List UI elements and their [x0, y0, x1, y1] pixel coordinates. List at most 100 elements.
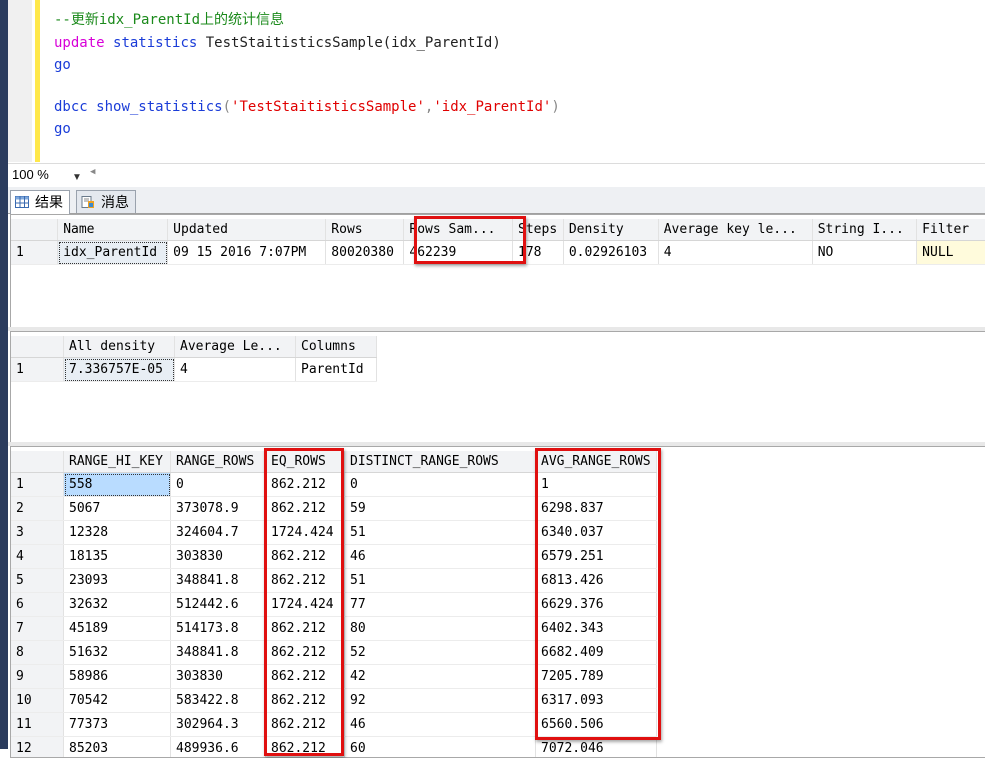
grid-cell[interactable]: 348841.8 — [171, 569, 266, 593]
grid-cell[interactable]: 7072.046 — [536, 737, 657, 758]
grid-cell[interactable]: 46 — [345, 713, 536, 737]
grid-cell[interactable]: 862.212 — [266, 473, 345, 497]
grid-cell[interactable]: ParentId — [296, 358, 377, 382]
table-row[interactable]: 1285203489936.6862.212607072.046 — [11, 737, 657, 758]
grid-cell[interactable]: 6813.426 — [536, 569, 657, 593]
table-row[interactable]: 418135303830862.212466579.251 — [11, 545, 657, 569]
row-number[interactable]: 6 — [11, 593, 64, 617]
table-row[interactable]: 1idx_ParentId09 15 2016 7:07PM8002038046… — [11, 241, 985, 265]
row-number[interactable]: 5 — [11, 569, 64, 593]
grid-cell[interactable]: 373078.9 — [171, 497, 266, 521]
column-header[interactable]: Density — [563, 219, 658, 241]
grid-cell[interactable]: 862.212 — [266, 545, 345, 569]
row-number[interactable]: 1 — [11, 241, 58, 265]
chevron-down-icon[interactable]: ▼ — [72, 169, 82, 187]
grid-cell[interactable]: 46 — [345, 545, 536, 569]
column-header[interactable]: Updated — [168, 219, 326, 241]
grid-cell[interactable]: 583422.8 — [171, 689, 266, 713]
table-row[interactable]: 523093348841.8862.212516813.426 — [11, 569, 657, 593]
grid-cell[interactable]: 6560.506 — [536, 713, 657, 737]
grid-cell[interactable]: 80 — [345, 617, 536, 641]
grid-cell[interactable]: 6340.037 — [536, 521, 657, 545]
grid-cell[interactable]: 0 — [171, 473, 266, 497]
grid-cell[interactable]: 303830 — [171, 665, 266, 689]
table-row[interactable]: 312328324604.71724.424516340.037 — [11, 521, 657, 545]
row-number[interactable]: 1 — [11, 358, 64, 382]
grid-cell[interactable]: 6298.837 — [536, 497, 657, 521]
row-number[interactable]: 9 — [11, 665, 64, 689]
tab-results[interactable]: 结果 — [10, 190, 70, 214]
grid-cell[interactable]: 52 — [345, 641, 536, 665]
table-row[interactable]: 15580862.21201 — [11, 473, 657, 497]
grid-cell[interactable]: 489936.6 — [171, 737, 266, 758]
column-header[interactable]: Average Le... — [175, 336, 296, 358]
table-row[interactable]: 851632348841.8862.212526682.409 — [11, 641, 657, 665]
grid-cell[interactable]: 23093 — [64, 569, 171, 593]
grid-cell[interactable]: 18135 — [64, 545, 171, 569]
zoom-dropdown[interactable]: 100 % ▼ — [12, 166, 84, 184]
grid-cell[interactable]: 4 — [658, 241, 812, 265]
grid-cell[interactable]: 58986 — [64, 665, 171, 689]
grid-cell[interactable]: 09 15 2016 7:07PM — [168, 241, 326, 265]
grid-cell[interactable]: 7.336757E-05 — [64, 358, 175, 382]
grid-cell[interactable]: 862.212 — [266, 737, 345, 758]
grid-cell[interactable]: 59 — [345, 497, 536, 521]
column-header[interactable]: Filter — [917, 219, 985, 241]
query-editor[interactable]: --更新idx_ParentId上的统计信息 update statistics… — [8, 0, 985, 162]
grid-cell[interactable]: 92 — [345, 689, 536, 713]
row-number[interactable]: 11 — [11, 713, 64, 737]
column-header[interactable]: DISTINCT_RANGE_ROWS — [345, 451, 536, 473]
grid-cell[interactable]: 862.212 — [266, 641, 345, 665]
grid-cell[interactable]: 462239 — [404, 241, 513, 265]
grid-cell[interactable]: 6682.409 — [536, 641, 657, 665]
column-header[interactable]: Rows Sam... — [404, 219, 513, 241]
grid-cell[interactable]: 303830 — [171, 545, 266, 569]
grid-cell[interactable]: 862.212 — [266, 689, 345, 713]
grid-cell[interactable]: NO — [812, 241, 916, 265]
grid-cell[interactable]: 324604.7 — [171, 521, 266, 545]
grid-cell[interactable]: 6402.343 — [536, 617, 657, 641]
column-header[interactable]: AVG_RANGE_ROWS — [536, 451, 657, 473]
table-row[interactable]: 1177373302964.3862.212466560.506 — [11, 713, 657, 737]
grid-cell[interactable]: 1 — [536, 473, 657, 497]
column-header[interactable]: Columns — [296, 336, 377, 358]
histogram-grid[interactable]: RANGE_HI_KEYRANGE_ROWSEQ_ROWSDISTINCT_RA… — [10, 446, 985, 758]
grid-cell[interactable]: 4 — [175, 358, 296, 382]
grid-cell[interactable]: 51632 — [64, 641, 171, 665]
grid-cell[interactable]: 51 — [345, 569, 536, 593]
row-number[interactable]: 10 — [11, 689, 64, 713]
row-number[interactable]: 2 — [11, 497, 64, 521]
grid-cell[interactable]: 77 — [345, 593, 536, 617]
row-number[interactable]: 8 — [11, 641, 64, 665]
grid-cell[interactable]: 80020380 — [326, 241, 404, 265]
grid-cell[interactable]: 178 — [513, 241, 564, 265]
column-header[interactable]: EQ_ROWS — [266, 451, 345, 473]
grid-cell[interactable]: 1724.424 — [266, 593, 345, 617]
grid-cell[interactable]: 862.212 — [266, 665, 345, 689]
column-header[interactable]: Name — [58, 219, 168, 241]
grid-cell[interactable]: 60 — [345, 737, 536, 758]
grid-cell[interactable]: 7205.789 — [536, 665, 657, 689]
grid-cell[interactable]: 0 — [345, 473, 536, 497]
column-header[interactable]: RANGE_HI_KEY — [64, 451, 171, 473]
grid-cell[interactable]: 6317.093 — [536, 689, 657, 713]
grid-cell[interactable]: 6629.376 — [536, 593, 657, 617]
tab-messages[interactable]: 消息 — [76, 190, 136, 213]
column-header[interactable]: All density — [64, 336, 175, 358]
grid-cell[interactable]: 862.212 — [266, 497, 345, 521]
grid-cell[interactable]: 0.02926103 — [563, 241, 658, 265]
grid-cell[interactable]: 77373 — [64, 713, 171, 737]
grid-cell[interactable]: idx_ParentId — [58, 241, 168, 265]
density-vector-grid[interactable]: All densityAverage Le...Columns 17.336757… — [10, 331, 985, 443]
table-row[interactable]: 745189514173.8862.212806402.343 — [11, 617, 657, 641]
grid-cell[interactable]: 70542 — [64, 689, 171, 713]
row-number-header[interactable] — [11, 451, 64, 473]
grid-cell[interactable]: 42 — [345, 665, 536, 689]
table-row[interactable]: 632632512442.61724.424776629.376 — [11, 593, 657, 617]
column-header[interactable]: String I... — [812, 219, 916, 241]
grid-cell[interactable]: 512442.6 — [171, 593, 266, 617]
stats-header-grid[interactable]: NameUpdatedRowsRows Sam...StepsDensityAv… — [10, 214, 985, 328]
grid-cell[interactable]: 45189 — [64, 617, 171, 641]
grid-cell[interactable]: 5067 — [64, 497, 171, 521]
row-number[interactable]: 1 — [11, 473, 64, 497]
